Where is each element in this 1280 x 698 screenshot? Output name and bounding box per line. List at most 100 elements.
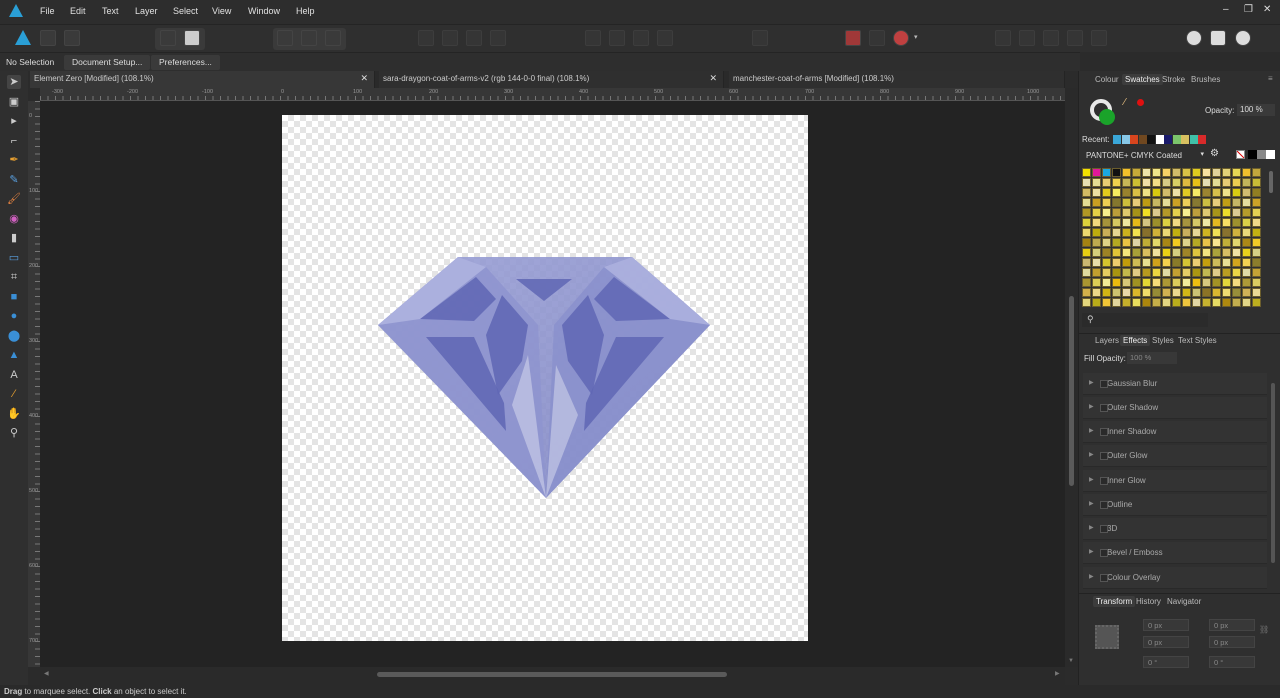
swatch[interactable] — [1232, 288, 1241, 297]
ellipse-tool-icon[interactable]: ● — [7, 309, 21, 323]
swatch[interactable] — [1112, 208, 1121, 217]
swatch[interactable] — [1152, 278, 1161, 287]
insert-top-icon[interactable] — [1210, 30, 1226, 46]
swatch[interactable] — [1162, 258, 1171, 267]
tab-layers[interactable]: Layers — [1095, 336, 1119, 345]
swatch[interactable] — [1182, 238, 1191, 247]
swatch[interactable] — [1152, 298, 1161, 307]
swatch[interactable] — [1212, 228, 1221, 237]
swatch[interactable] — [1132, 298, 1141, 307]
swatch[interactable] — [1222, 248, 1231, 257]
swatch[interactable] — [1132, 198, 1141, 207]
diamond-artwork[interactable] — [378, 255, 712, 500]
swatch[interactable] — [1182, 298, 1191, 307]
swatch[interactable] — [1082, 268, 1091, 277]
swatch[interactable] — [1082, 288, 1091, 297]
swatch[interactable] — [1202, 178, 1211, 187]
recent-swatch[interactable] — [1147, 135, 1155, 144]
swatch[interactable] — [1132, 188, 1141, 197]
height-field[interactable]: 0 px — [1209, 636, 1255, 648]
recent-swatch[interactable] — [1121, 135, 1130, 144]
swatch[interactable] — [1242, 248, 1251, 257]
swatch[interactable] — [1132, 288, 1141, 297]
swatch[interactable] — [1232, 238, 1241, 247]
swatch[interactable] — [1162, 168, 1171, 177]
swatch[interactable] — [1192, 188, 1201, 197]
snapping-options-icon[interactable] — [869, 30, 885, 46]
rotate-left-icon[interactable] — [633, 30, 649, 46]
swatch[interactable] — [1132, 268, 1141, 277]
y-field[interactable]: 0 px — [1143, 636, 1189, 648]
swatch[interactable] — [1092, 288, 1101, 297]
swatch[interactable] — [1132, 208, 1141, 217]
swatch[interactable] — [1112, 278, 1121, 287]
swatch[interactable] — [1082, 238, 1091, 247]
artboard-tool-icon[interactable]: ▣ — [7, 95, 21, 109]
swatch[interactable] — [1142, 228, 1151, 237]
swatch[interactable] — [1232, 168, 1241, 177]
select-all-icon[interactable] — [277, 30, 293, 46]
swatch[interactable] — [1142, 278, 1151, 287]
tab-text-styles[interactable]: Text Styles — [1178, 336, 1217, 345]
magnet-icon[interactable] — [893, 30, 909, 46]
swatch[interactable] — [1162, 228, 1171, 237]
swatch[interactable] — [1152, 188, 1161, 197]
close-window-button[interactable]: ✕ — [1263, 4, 1271, 15]
insert-inside-icon[interactable] — [1235, 30, 1251, 46]
shear-field[interactable]: 0 ° — [1209, 656, 1255, 668]
swatch[interactable] — [1082, 168, 1091, 177]
recent-swatch[interactable] — [1198, 135, 1206, 144]
panel-menu-icon[interactable]: ≡ — [1268, 74, 1273, 83]
swatch-search[interactable]: ⚲ — [1082, 313, 1208, 327]
swatch[interactable] — [1242, 178, 1251, 187]
swatch[interactable] — [1202, 218, 1211, 227]
swatch[interactable] — [1182, 288, 1191, 297]
recent-swatch[interactable] — [1181, 135, 1189, 144]
effects-scroll-thumb[interactable] — [1271, 383, 1275, 563]
menu-text[interactable]: Text — [102, 6, 119, 16]
swatch[interactable] — [1132, 168, 1141, 177]
swatch[interactable] — [1102, 248, 1111, 257]
swatch[interactable] — [1182, 228, 1191, 237]
swatch[interactable] — [1172, 228, 1181, 237]
swatch[interactable] — [1102, 178, 1111, 187]
swatch[interactable] — [1232, 218, 1241, 227]
swatch[interactable] — [1202, 278, 1211, 287]
tab-stroke[interactable]: Stroke — [1162, 75, 1185, 84]
tab-swatches[interactable]: Swatches — [1122, 74, 1163, 85]
swatch[interactable] — [1232, 278, 1241, 287]
swatch[interactable] — [1192, 258, 1201, 267]
swatch[interactable] — [1142, 188, 1151, 197]
swatch[interactable] — [1112, 188, 1121, 197]
color-picker-tool-icon[interactable]: ⁄ — [7, 387, 21, 401]
triangle-tool-icon[interactable]: ▲ — [7, 348, 21, 362]
fill-color-swatch[interactable] — [1099, 109, 1115, 125]
swatch[interactable] — [1212, 248, 1221, 257]
swatch[interactable] — [1232, 258, 1241, 267]
tab-element-zero[interactable]: Element Zero [Modified] (108.1%) ✕ — [30, 71, 375, 88]
swatch[interactable] — [1202, 268, 1211, 277]
swatch[interactable] — [1222, 238, 1231, 247]
swatch[interactable] — [1122, 278, 1131, 287]
swatch[interactable] — [1092, 228, 1101, 237]
swatch[interactable] — [1132, 248, 1141, 257]
swatch[interactable] — [1212, 198, 1221, 207]
swatch[interactable] — [1122, 178, 1131, 187]
rectangle-tool-icon[interactable]: ■ — [7, 290, 21, 304]
corner-tool-icon[interactable]: ⌐ — [7, 134, 21, 148]
swatch[interactable] — [1252, 228, 1261, 237]
swatch[interactable] — [1162, 278, 1171, 287]
swatch[interactable] — [1182, 208, 1191, 217]
swatch-grid[interactable] — [1082, 168, 1262, 312]
app-logo-icon[interactable] — [9, 4, 23, 17]
swatch[interactable] — [1232, 198, 1241, 207]
swatch[interactable] — [1172, 168, 1181, 177]
swatch[interactable] — [1142, 208, 1151, 217]
swatch[interactable] — [1092, 198, 1101, 207]
swatch[interactable] — [1092, 258, 1101, 267]
swatch[interactable] — [1182, 218, 1191, 227]
swatch[interactable] — [1142, 198, 1151, 207]
swatch[interactable] — [1102, 218, 1111, 227]
swatch[interactable] — [1222, 298, 1231, 307]
boolean-divide-icon[interactable] — [1091, 30, 1107, 46]
